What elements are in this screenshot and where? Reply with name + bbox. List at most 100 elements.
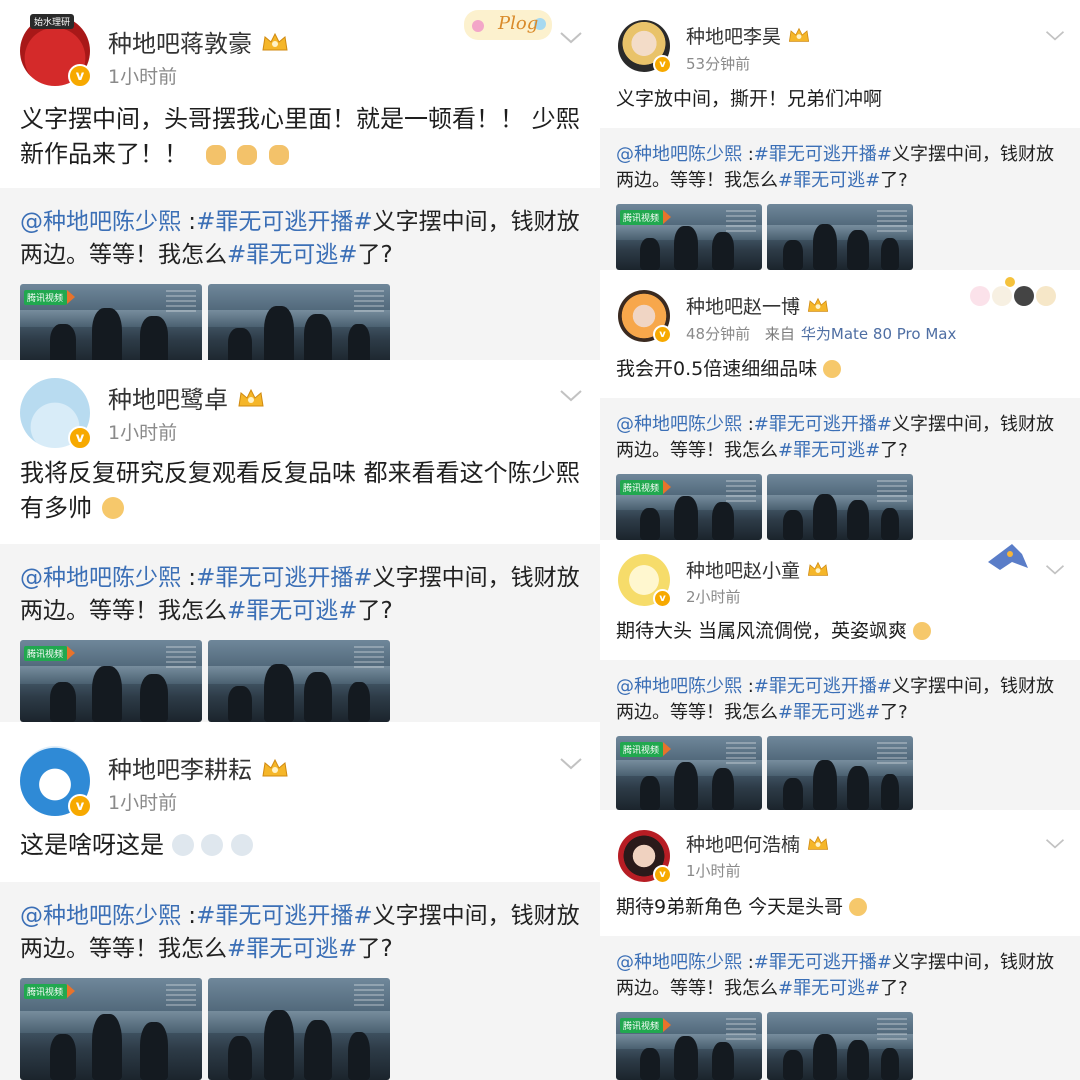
- username[interactable]: 种地吧鹭卓: [108, 380, 266, 416]
- mention-link[interactable]: @种地吧陈少熙: [20, 209, 181, 235]
- post-card[interactable]: 始水理研 v 种地吧蒋敦豪 1小时前 Plog 义字摆中间，头哥摆我心里面！就是…: [0, 0, 600, 360]
- username[interactable]: 种地吧李耕耘: [108, 750, 290, 786]
- post-card[interactable]: v 种地吧赵小童 2小时前 期待大头 当属风流倜傥，英姿飒爽 @种地吧陈少熙 :…: [600, 540, 1080, 810]
- hashtag-link[interactable]: #罪无可逃#: [778, 702, 880, 723]
- video-thumbnail[interactable]: [208, 640, 390, 722]
- source-device-link[interactable]: 华为Mate 80 Pro Max: [801, 325, 956, 343]
- avatar[interactable]: 始水理研 v: [20, 14, 92, 88]
- crown-badge-icon: [260, 30, 290, 60]
- hashtag-link[interactable]: #罪无可逃#: [778, 978, 880, 999]
- video-thumbnail[interactable]: 腾讯视频: [616, 204, 762, 270]
- post-source: 来自 华为Mate 80 Pro Max: [765, 325, 956, 343]
- mention-link[interactable]: @种地吧陈少熙: [616, 952, 742, 973]
- repost-end: 了?: [880, 440, 908, 462]
- hashtag-link[interactable]: #罪无可逃#: [227, 598, 358, 624]
- username-text: 种地吧赵小童: [686, 560, 801, 582]
- mention-link[interactable]: @种地吧陈少熙: [20, 565, 181, 591]
- avatar[interactable]: v: [618, 554, 672, 608]
- video-thumbnail[interactable]: [767, 1012, 913, 1080]
- hashtag-link[interactable]: #罪无可逃开播#: [754, 414, 892, 435]
- hashtag-link[interactable]: #罪无可逃开播#: [196, 903, 373, 929]
- username-text: 种地吧李昊: [686, 26, 782, 48]
- mention-link[interactable]: @种地吧陈少熙: [616, 144, 742, 165]
- post-text: 期待大头 当属风流倜傥，英姿飒爽: [616, 618, 1066, 646]
- mention-link[interactable]: @种地吧陈少熙: [20, 903, 181, 929]
- username[interactable]: 种地吧赵小童: [686, 556, 830, 584]
- video-thumbnail[interactable]: [767, 474, 913, 540]
- avatar[interactable]: v: [618, 290, 672, 344]
- avatar[interactable]: v: [618, 20, 672, 74]
- post-time: 1小时前: [108, 66, 178, 88]
- post-card[interactable]: v 种地吧赵一博 48分钟前 来自 华为Mate 80 Pro Max 我会开0.…: [600, 270, 1080, 540]
- video-thumbnail[interactable]: 腾讯视频: [616, 474, 762, 540]
- crown-badge-icon: [787, 25, 811, 50]
- username[interactable]: 种地吧蒋敦豪: [108, 24, 290, 60]
- repost-block[interactable]: @种地吧陈少熙 :#罪无可逃开播#义字摆中间，钱财放两边。等等！我怎么#罪无可逃…: [600, 936, 1080, 1080]
- repost-block[interactable]: @种地吧陈少熙 :#罪无可逃开播#义字摆中间，钱财放两边。等等！我怎么#罪无可逃…: [0, 882, 600, 1080]
- video-thumbnail[interactable]: 腾讯视频: [20, 284, 202, 360]
- mention-link[interactable]: @种地吧陈少熙: [616, 414, 742, 435]
- mention-link[interactable]: @种地吧陈少熙: [616, 676, 742, 697]
- post-card[interactable]: v 种地吧何浩楠 1小时前 期待9弟新角色 今天是头哥 @种地吧陈少熙 :#罪无…: [600, 810, 1080, 1080]
- post-time: 2小时前: [686, 588, 741, 606]
- chevron-down-icon[interactable]: [558, 30, 584, 50]
- hashtag-link[interactable]: #罪无可逃#: [227, 936, 358, 962]
- video-thumbnail[interactable]: 腾讯视频: [616, 1012, 762, 1080]
- video-thumbnail[interactable]: 腾讯视频: [20, 978, 202, 1080]
- username[interactable]: 种地吧何浩楠: [686, 830, 830, 858]
- post-card[interactable]: v 种地吧李耕耘 1小时前 这是啥呀这是 @种地吧陈少熙 :#罪无可逃开播#义字…: [0, 722, 600, 1080]
- video-thumbnail[interactable]: [767, 204, 913, 270]
- video-thumbnail[interactable]: [208, 978, 390, 1080]
- post-card[interactable]: v 种地吧李昊 53分钟前 义字放中间，撕开！兄弟们冲啊 @种地吧陈少熙 :#罪…: [600, 0, 1080, 270]
- crown-badge-icon: [806, 295, 830, 320]
- username[interactable]: 种地吧李昊: [686, 22, 811, 50]
- repost-block[interactable]: @种地吧陈少熙 :#罪无可逃开播#义字摆中间，钱财放两边。等等！我怎么#罪无可逃…: [0, 544, 600, 722]
- hashtag-link[interactable]: #罪无可逃开播#: [754, 144, 892, 165]
- video-thumbnail[interactable]: [208, 284, 390, 360]
- tencent-video-logo: 腾讯视频: [24, 646, 76, 661]
- hashtag-link[interactable]: #罪无可逃#: [227, 242, 358, 268]
- repost-end: 了?: [880, 170, 908, 192]
- repost-block[interactable]: @种地吧陈少熙 :#罪无可逃开播#义字摆中间，钱财放两边。等等！我怎么#罪无可逃…: [600, 128, 1080, 270]
- repost-block[interactable]: @种地吧陈少熙 :#罪无可逃开播#义字摆中间，钱财放两边。等等！我怎么#罪无可逃…: [600, 398, 1080, 540]
- avatar[interactable]: v: [20, 378, 92, 450]
- crown-badge-icon: [260, 756, 290, 786]
- tencent-video-logo: 腾讯视频: [24, 290, 76, 305]
- chevron-down-icon[interactable]: [1044, 28, 1066, 47]
- post-card[interactable]: v 种地吧鹭卓 1小时前 我将反复研究反复观看反复品味 都来看看这个陈少熙有多帅…: [0, 360, 600, 722]
- hashtag-link[interactable]: #罪无可逃开播#: [196, 209, 373, 235]
- repost-text: @种地吧陈少熙 :#罪无可逃开播#义字摆中间，钱财放两边。等等！我怎么#罪无可逃…: [20, 206, 585, 273]
- chevron-down-icon[interactable]: [558, 388, 584, 408]
- chevron-down-icon[interactable]: [1044, 836, 1066, 855]
- repost-block[interactable]: @种地吧陈少熙 :#罪无可逃开播#义字摆中间，钱财放两边。等等！我怎么#罪无可逃…: [0, 188, 600, 360]
- hashtag-link[interactable]: #罪无可逃#: [778, 170, 880, 191]
- emoji-icon: [171, 834, 194, 856]
- hashtag-link[interactable]: #罪无可逃开播#: [754, 676, 892, 697]
- post-time: 1小时前: [108, 422, 178, 444]
- hashtag-link[interactable]: #罪无可逃开播#: [196, 565, 373, 591]
- tencent-video-logo: 腾讯视频: [620, 742, 672, 757]
- post-text-content: 义字摆中间，头哥摆我心里面！就是一顿看！！ 少熙新作品来了！！: [20, 105, 580, 168]
- cats-sticker: [966, 274, 1062, 308]
- chevron-down-icon[interactable]: [558, 756, 584, 776]
- post-time: 1小时前: [686, 862, 741, 880]
- hashtag-link[interactable]: #罪无可逃开播#: [754, 952, 892, 973]
- repost-text: @种地吧陈少熙 :#罪无可逃开播#义字摆中间，钱财放两边。等等！我怎么#罪无可逃…: [616, 950, 1068, 1002]
- username[interactable]: 种地吧赵一博: [686, 292, 830, 320]
- username-text: 种地吧赵一博: [686, 296, 801, 318]
- repost-sep: :: [742, 952, 754, 973]
- chevron-down-icon[interactable]: [1044, 562, 1066, 581]
- avatar[interactable]: v: [20, 746, 92, 818]
- repost-block[interactable]: @种地吧陈少熙 :#罪无可逃开播#义字摆中间，钱财放两边。等等！我怎么#罪无可逃…: [600, 660, 1080, 810]
- post-time: 1小时前: [108, 792, 178, 814]
- tencent-video-logo: 腾讯视频: [24, 984, 76, 999]
- video-thumbnail[interactable]: 腾讯视频: [20, 640, 202, 722]
- video-thumbnail[interactable]: 腾讯视频: [616, 736, 762, 810]
- verified-badge-icon: v: [653, 865, 672, 884]
- verified-badge-icon: v: [653, 55, 672, 74]
- video-thumbnail[interactable]: [767, 736, 913, 810]
- avatar[interactable]: v: [618, 830, 672, 884]
- repost-text: @种地吧陈少熙 :#罪无可逃开播#义字摆中间，钱财放两边。等等！我怎么#罪无可逃…: [616, 674, 1068, 726]
- hashtag-link[interactable]: #罪无可逃#: [778, 440, 880, 461]
- repost-text: @种地吧陈少熙 :#罪无可逃开播#义字摆中间，钱财放两边。等等！我怎么#罪无可逃…: [616, 142, 1068, 194]
